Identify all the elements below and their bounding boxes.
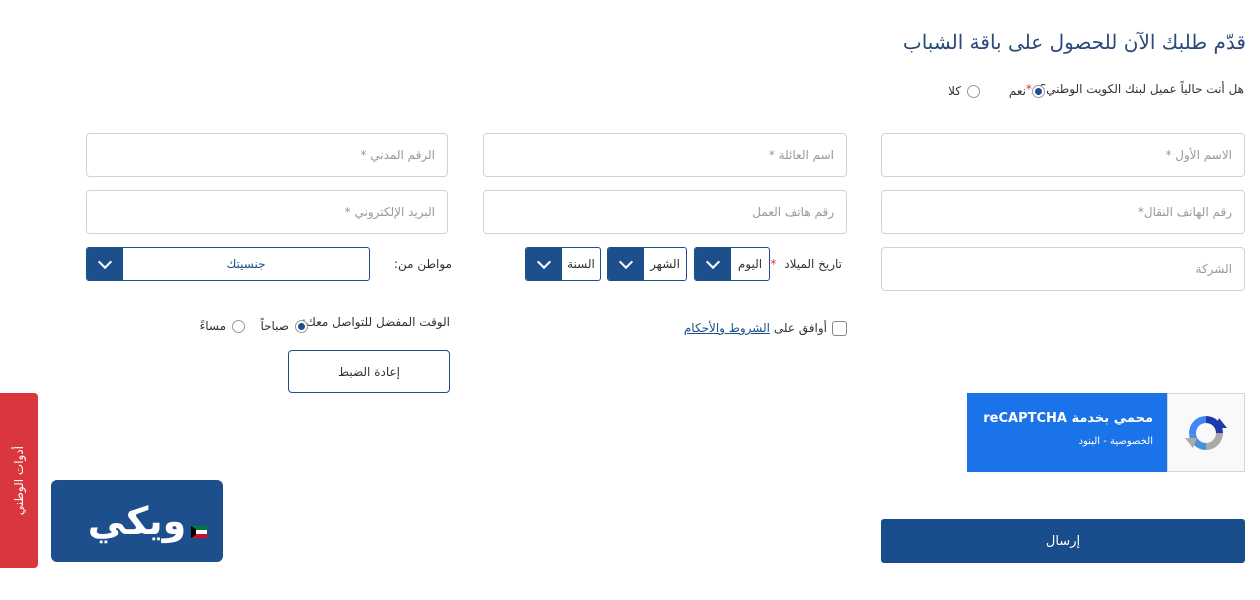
first-name-placeholder: الاسم الأول * bbox=[1165, 148, 1232, 162]
recaptcha-title: محمي بخدمة reCAPTCHA bbox=[983, 411, 1153, 426]
civil-id-placeholder: الرقم المدني * bbox=[360, 148, 435, 162]
contact-time-label: الوقت المفضل للتواصل معك: bbox=[301, 315, 450, 329]
radio-evening-icon[interactable] bbox=[232, 319, 245, 333]
kuwait-flag-icon bbox=[191, 526, 207, 538]
radio-no[interactable]: كلا bbox=[948, 84, 980, 98]
chevron-down-icon bbox=[618, 254, 634, 270]
radio-yes-icon[interactable] bbox=[1032, 84, 1045, 98]
chevron-down-icon bbox=[705, 254, 721, 270]
chevron-down-icon bbox=[536, 254, 552, 270]
year-select-value: السنة bbox=[567, 257, 595, 271]
email-input[interactable]: البريد الإلكتروني * bbox=[86, 190, 448, 234]
side-tools-tab[interactable]: أدوات الوطني bbox=[0, 393, 38, 568]
wiki-logo-text: ويكي bbox=[87, 499, 187, 543]
recaptcha-links[interactable]: الخصوصية - البنود bbox=[981, 436, 1153, 447]
birthdate-label: تاريخ الميلاد * bbox=[770, 257, 842, 271]
recaptcha-text: محمي بخدمة reCAPTCHA الخصوصية - البنود bbox=[967, 393, 1167, 472]
terms-checkbox-box[interactable] bbox=[832, 321, 847, 336]
birthdate-label-text: تاريخ الميلاد bbox=[784, 257, 842, 271]
mobile-input[interactable]: رقم الهاتف النقال* bbox=[881, 190, 1245, 234]
civil-id-input[interactable]: الرقم المدني * bbox=[86, 133, 448, 177]
radio-morning-icon[interactable] bbox=[295, 319, 308, 333]
customer-question: هل أنت حالياً عميل لبنك الكويت الوطني؟ * bbox=[1026, 82, 1244, 96]
chevron-down-icon bbox=[97, 254, 113, 270]
email-placeholder: البريد الإلكتروني * bbox=[344, 205, 435, 219]
radio-no-icon[interactable] bbox=[967, 84, 980, 98]
company-placeholder: الشركة bbox=[1195, 262, 1232, 276]
nationality-dropdown-button[interactable] bbox=[87, 248, 123, 280]
terms-prefix: أوافق على bbox=[773, 321, 827, 335]
wiki-logo: ويكي bbox=[51, 480, 223, 562]
radio-morning-label: صباحاً bbox=[260, 319, 289, 333]
recaptcha-icon bbox=[1167, 393, 1245, 472]
radio-morning[interactable]: صباحاً bbox=[260, 319, 308, 333]
terms-link[interactable]: الشروط والأحكام bbox=[684, 321, 770, 335]
terms-label: أوافق على الشروط والأحكام bbox=[684, 321, 827, 335]
citizen-label: مواطن من: bbox=[393, 257, 452, 271]
recaptcha-badge[interactable]: محمي بخدمة reCAPTCHA الخصوصية - البنود bbox=[967, 393, 1245, 472]
birthdate-required-mark: * bbox=[770, 257, 777, 271]
first-name-input[interactable]: الاسم الأول * bbox=[881, 133, 1245, 177]
work-phone-input[interactable]: رقم هاتف العمل bbox=[483, 190, 847, 234]
month-select[interactable]: الشهر bbox=[607, 247, 687, 281]
family-name-input[interactable]: اسم العائلة * bbox=[483, 133, 847, 177]
page-title: قدّم طلبك الآن للحصول على باقة الشباب bbox=[902, 30, 1246, 54]
radio-evening-label: مساءً bbox=[199, 319, 226, 333]
year-dropdown-button[interactable] bbox=[526, 248, 562, 280]
family-name-placeholder: اسم العائلة * bbox=[768, 148, 834, 162]
reset-button[interactable]: إعادة الضبط bbox=[288, 350, 450, 393]
nationality-select-value: جنسيتك bbox=[226, 257, 266, 271]
work-phone-placeholder: رقم هاتف العمل bbox=[752, 205, 834, 219]
radio-no-label: كلا bbox=[948, 84, 961, 98]
submit-button[interactable]: إرسال bbox=[881, 519, 1245, 563]
year-select[interactable]: السنة bbox=[525, 247, 601, 281]
month-dropdown-button[interactable] bbox=[608, 248, 644, 280]
side-tools-tab-label: أدوات الوطني bbox=[12, 445, 26, 516]
nationality-select[interactable]: جنسيتك bbox=[86, 247, 370, 281]
radio-yes[interactable]: نعم bbox=[1009, 84, 1045, 98]
customer-question-text: هل أنت حالياً عميل لبنك الكويت الوطني؟ bbox=[1039, 82, 1244, 96]
terms-checkbox[interactable] bbox=[832, 321, 847, 336]
month-select-value: الشهر bbox=[650, 257, 680, 271]
company-input[interactable]: الشركة bbox=[881, 247, 1245, 291]
radio-yes-label: نعم bbox=[1008, 84, 1026, 98]
day-dropdown-button[interactable] bbox=[695, 248, 731, 280]
mobile-placeholder: رقم الهاتف النقال* bbox=[1137, 205, 1232, 219]
day-select-value: اليوم bbox=[737, 257, 763, 271]
day-select[interactable]: اليوم bbox=[694, 247, 770, 281]
radio-evening[interactable]: مساءً bbox=[200, 319, 245, 333]
